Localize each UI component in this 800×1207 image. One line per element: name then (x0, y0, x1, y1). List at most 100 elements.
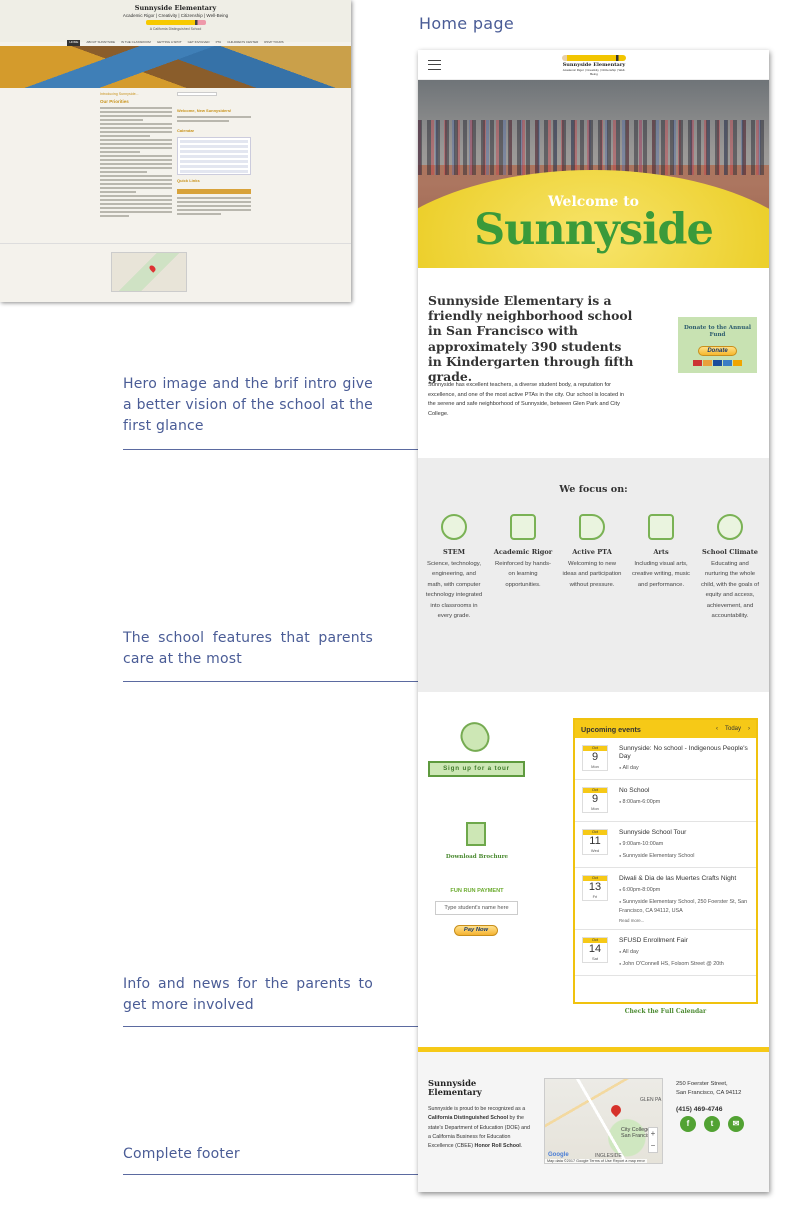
event-item[interactable]: Oct 13 Fri Diwali & Dia de las Muertes C… (575, 868, 756, 930)
home-page-mockup: Sunnyside Elementary Academic Rigor | Cr… (418, 50, 769, 1192)
twitter-icon[interactable]: t (704, 1116, 720, 1132)
event-item[interactable]: Oct 14 Sat SFUSD Enrollment Fair All day… (575, 930, 756, 976)
pencil-logo-icon (562, 55, 626, 61)
focus-item-academic-rigor: Academic Rigor Reinforced by hands-on le… (493, 514, 553, 590)
focus-item-name: STEM (443, 548, 465, 556)
event-date-badge: Oct 11 Wed (582, 829, 608, 855)
event-item[interactable]: Oct 11 Wed Sunnyside School Tour 9:00am-… (575, 822, 756, 868)
event-time: All day (619, 947, 750, 957)
focus-item-school-climate: School Climate Educating and nurturing t… (700, 514, 760, 621)
event-date-badge: Oct 14 Sat (582, 937, 608, 963)
focus-item-desc: Welcoming to new ideas and participation… (562, 561, 622, 588)
footer-description: Sunnyside is proud to be recognized as a… (428, 1105, 533, 1151)
download-document-icon[interactable] (466, 822, 486, 846)
focus-item-stem: STEM Science, technology, engineering, a… (424, 514, 484, 621)
old-welcome-label: Welcome, New Sunnysiders! (177, 108, 232, 113)
event-title[interactable]: SFUSD Enrollment Fair (619, 937, 750, 945)
event-item[interactable]: Oct 9 Mon No School 8:00am-6:00pm (575, 780, 756, 822)
download-brochure-link[interactable]: Download Brochure (438, 854, 516, 860)
hero-title: Sunnyside (474, 205, 714, 255)
event-day: 13 (588, 881, 602, 893)
map-zoom-control[interactable]: + − (648, 1127, 658, 1153)
footer-text: . (520, 1143, 523, 1150)
map-label: GLEN PA (640, 1097, 662, 1103)
footer-map[interactable]: City College of San Francisco GLEN PA IN… (544, 1078, 663, 1164)
student-name-input[interactable]: Type student's name here (435, 901, 518, 915)
old-calendar-label: Calendar (177, 128, 195, 133)
focus-item-desc: Science, technology, engineering, and ma… (425, 561, 483, 620)
email-icon[interactable]: ✉ (728, 1116, 744, 1132)
students-crowd-photo (418, 120, 769, 175)
old-site-tagline: Academic Rigor | Creativity | Citizenshi… (122, 13, 229, 18)
chevron-right-icon[interactable]: › (748, 726, 750, 732)
people-icon (717, 514, 743, 540)
annotation-hero: Hero image and the brif intro give a bet… (123, 376, 373, 434)
event-date-badge: Oct 9 Mon (582, 787, 608, 813)
footer-school-name: Sunnyside Elementary (428, 1078, 482, 1097)
mouse-icon (455, 717, 495, 757)
event-place: Sunnyside Elementary School, 250 Foerste… (619, 897, 750, 916)
upcoming-events-widget: Upcoming events ‹ Today › Oct 9 Mon Sunn… (573, 718, 758, 1004)
full-calendar-link[interactable]: Check the Full Calendar (573, 1008, 758, 1015)
pay-now-button[interactable]: Pay Now (454, 925, 498, 936)
old-site-screenshot: Sunnyside Elementary Academic Rigor | Cr… (0, 0, 351, 302)
event-time: 6:00pm-8:00pm (619, 885, 750, 895)
chevron-left-icon[interactable]: ‹ (716, 726, 718, 732)
old-site-subtitle: A California Distinguished School (149, 27, 202, 31)
donate-button[interactable]: Donate (698, 346, 737, 356)
megaphone-icon (579, 514, 605, 540)
annotation-features: The school features that parents care at… (123, 630, 373, 667)
fun-run-label: FUN RUN PAYMENT (450, 888, 504, 894)
map-attribution: Map data ©2017 Google Terms of Use Repor… (545, 1159, 647, 1163)
old-priorities-label: Our Priorities (100, 99, 129, 104)
hamburger-menu-icon[interactable] (428, 60, 441, 70)
focus-item-arts: Arts Including visual arts, creative wri… (631, 514, 691, 590)
footer-phone[interactable]: (415) 469-4746 (676, 1106, 722, 1113)
art-supplies-icon (648, 514, 674, 540)
event-time: 9:00am-10:00am (619, 839, 750, 849)
event-time: 8:00am-6:00pm (619, 797, 750, 807)
address-line: 250 Foerster Street, (676, 1081, 728, 1087)
event-read-more-link[interactable]: Read more... (619, 918, 750, 923)
pencil-logo-icon (145, 20, 206, 25)
old-site-map[interactable] (111, 252, 187, 292)
focus-item-name: Active PTA (572, 548, 612, 556)
event-title[interactable]: Diwali & Dia de las Muertes Crafts Night (619, 875, 750, 883)
events-header: Upcoming events ‹ Today › (575, 720, 756, 738)
event-item[interactable]: Oct 9 Mon Sunnyside: No school - Indigen… (575, 738, 756, 780)
event-title[interactable]: No School (619, 787, 750, 795)
old-site-sidebar: Welcome, New Sunnysiders! Calendar Quick… (177, 92, 251, 217)
event-day: 14 (588, 943, 602, 955)
focus-item-name: Academic Rigor (493, 548, 553, 556)
sign-up-tour-button[interactable]: Sign up for a tour (428, 761, 525, 777)
old-calendar-widget[interactable] (177, 137, 251, 175)
old-quick-links-bar[interactable] (177, 189, 251, 194)
today-button[interactable]: Today (725, 726, 741, 732)
event-weekday: Fri (592, 894, 598, 899)
event-title[interactable]: Sunnyside School Tour (619, 829, 750, 837)
annotation-info: Info and news for the parents to get mor… (123, 976, 373, 1013)
map-pin-icon (148, 264, 157, 273)
focus-item-desc: Educating and nurturing the whole child,… (701, 561, 759, 620)
footer-text-strong: Honor Roll School (474, 1143, 521, 1150)
focus-item-name: Arts (653, 548, 669, 556)
annotation-footer: Complete footer (123, 1146, 240, 1162)
event-title[interactable]: Sunnyside: No school - Indigenous People… (619, 745, 750, 761)
event-day: 9 (591, 751, 599, 763)
footer-text-strong: California Distinguished School (428, 1115, 509, 1122)
old-search-input[interactable] (177, 92, 217, 96)
event-day: 9 (591, 793, 599, 805)
intro-heading: Sunnyside Elementary is a friendly neigh… (428, 293, 634, 385)
event-place: John O'Connell HS, Folsom Street @ 20th (619, 959, 750, 969)
home-page-label: Home page (419, 14, 514, 33)
facebook-icon[interactable]: f (680, 1116, 696, 1132)
donate-title: Donate to the Annual Fund (683, 325, 752, 338)
map-pin-icon (608, 1102, 624, 1118)
site-logo[interactable]: Sunnyside Elementary Academic Rigor | Cr… (562, 55, 626, 76)
info-section: Sign up for a tour Download Brochure FUN… (418, 692, 769, 1047)
address-line: San Francisco, CA 94112 (676, 1090, 742, 1097)
focus-item-desc: Reinforced by hands-on learning opportun… (495, 561, 551, 588)
intro-text: Sunnyside has excellent teachers, a dive… (428, 382, 624, 418)
old-site-main-column: Introducing Sunnyside... Our Priorities (100, 92, 172, 219)
site-header: Sunnyside Elementary Academic Rigor | Cr… (418, 50, 769, 80)
